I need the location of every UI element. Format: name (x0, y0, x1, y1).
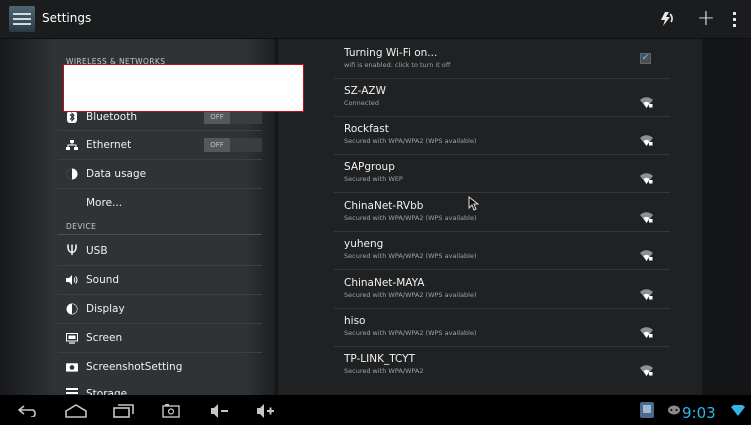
wifi-network-row[interactable]: ChinaNet-RVbb Secured with WPA/WPA2 (WPS … (334, 194, 670, 232)
system-navigation-bar (0, 395, 751, 425)
sidebar-item-label: Storage (86, 388, 128, 395)
wifi-signal-icon (731, 405, 745, 416)
network-summary: Connected (344, 99, 380, 107)
sidebar-item-label: More... (86, 197, 123, 209)
wifi-signal-lock-icon (640, 169, 653, 184)
home-icon[interactable] (65, 404, 87, 418)
wifi-signal-lock-icon (640, 323, 653, 338)
back-icon[interactable] (18, 405, 38, 417)
wifi-signal-lock-icon (640, 93, 653, 108)
sidebar-item-label: Data usage (86, 168, 147, 180)
sidebar-item-label: Display (86, 303, 125, 315)
network-summary: Secured with WPA/WPA2 (344, 367, 424, 375)
sidebar-item-screenshot-setting[interactable]: ScreenshotSetting (58, 354, 262, 380)
wifi-toggle-row[interactable]: Turning Wi-Fi on... wifi is enabled. cli… (334, 41, 670, 79)
page-title: Settings (42, 11, 92, 25)
wifi-signal-lock-icon (640, 246, 653, 261)
wifi-network-row[interactable]: TP-LINK_TCYT Secured with WPA/WPA2 (334, 347, 670, 385)
annotation-box (63, 64, 304, 112)
bluetooth-icon (66, 111, 78, 123)
overflow-menu-icon[interactable] (729, 7, 739, 31)
action-bar: Settings + (0, 0, 751, 38)
toggle-state: OFF (204, 110, 230, 124)
wifi-signal-lock-icon (640, 285, 653, 300)
camera-icon (66, 361, 78, 373)
network-ssid: SAPgroup (344, 161, 395, 173)
ethernet-icon (66, 139, 78, 151)
toggle-state: OFF (204, 138, 230, 152)
sidebar-item-display[interactable]: Display (58, 296, 262, 322)
divider (58, 265, 262, 266)
sound-icon (66, 274, 78, 286)
sidebar-item-usb[interactable]: Ψ USB (58, 238, 262, 264)
usb-icon: Ψ (66, 243, 78, 259)
wifi-network-row[interactable]: SAPgroup Secured with WEP (334, 155, 670, 193)
divider (58, 323, 262, 324)
network-summary: Secured with WPA/WPA2 (WPS available) (344, 329, 477, 337)
network-ssid: TP-LINK_TCYT (344, 353, 416, 365)
divider (58, 352, 262, 353)
network-summary: Secured with WPA/WPA2 (WPS available) (344, 137, 477, 145)
divider (334, 192, 670, 193)
sidebar-item-label: ScreenshotSetting (86, 361, 183, 373)
sidebar-item-label: Sound (86, 274, 120, 286)
divider (58, 130, 262, 131)
gamepad-icon[interactable] (668, 405, 680, 415)
volume-up-icon[interactable] (257, 404, 275, 418)
screenshot-icon[interactable] (162, 404, 180, 418)
wifi-network-row[interactable]: Rockfast Secured with WPA/WPA2 (WPS avail… (334, 117, 670, 155)
network-ssid: ChinaNet-MAYA (344, 277, 425, 289)
wifi-network-row[interactable]: yuheng Secured with WPA/WPA2 (WPS availab… (334, 232, 670, 270)
divider (58, 294, 262, 295)
divider (58, 159, 262, 160)
wifi-status-summary: wifi is enabled. click to turn it off (344, 61, 451, 69)
wps-icon[interactable] (654, 7, 680, 31)
sidebar-item-label: USB (86, 245, 108, 257)
wifi-signal-lock-icon (640, 208, 653, 223)
display-icon (66, 303, 78, 315)
network-ssid: yuheng (344, 238, 384, 250)
status-clock: 9:03 (682, 404, 716, 422)
sidebar-item-data-usage[interactable]: Data usage (58, 161, 262, 187)
recent-apps-icon[interactable] (113, 404, 134, 418)
network-ssid: hiso (344, 315, 366, 327)
wifi-network-row[interactable]: SZ-AZW Connected (334, 79, 670, 117)
network-ssid: Rockfast (344, 123, 389, 135)
sidebar-item-label: Screen (86, 332, 123, 344)
wifi-signal-lock-icon (640, 131, 653, 146)
wifi-enabled-checkbox[interactable]: ✔ (640, 53, 651, 64)
sidebar-item-storage[interactable]: Storage (58, 383, 262, 395)
add-network-icon[interactable]: + (693, 7, 719, 31)
wifi-network-row[interactable]: ChinaNet-MAYA Secured with WPA/WPA2 (WPS … (334, 271, 670, 309)
bluetooth-toggle[interactable]: OFF (204, 110, 262, 124)
sidebar-item-sound[interactable]: Sound (58, 267, 262, 293)
wifi-status-title: Turning Wi-Fi on... (344, 47, 438, 59)
mouse-cursor-icon (468, 196, 479, 211)
data-usage-icon (66, 168, 78, 180)
network-summary: Secured with WEP (344, 175, 403, 183)
volume-down-icon[interactable] (211, 404, 229, 418)
settings-icon[interactable] (9, 6, 35, 32)
category-device: DEVICE (66, 222, 97, 231)
network-ssid: SZ-AZW (344, 85, 386, 97)
network-summary: Secured with WPA/WPA2 (WPS available) (344, 291, 477, 299)
divider (58, 188, 262, 189)
category-divider (58, 234, 262, 235)
divider (334, 269, 670, 270)
wifi-network-row[interactable]: hiso Secured with WPA/WPA2 (WPS available… (334, 309, 670, 347)
sidebar-item-more[interactable]: More... (58, 190, 262, 216)
screen-icon (66, 332, 78, 344)
network-ssid: ChinaNet-RVbb (344, 200, 424, 212)
notification-app-icon[interactable] (640, 402, 654, 418)
wifi-signal-lock-icon (640, 361, 653, 376)
storage-icon (66, 387, 78, 395)
sidebar-item-screen[interactable]: Screen (58, 325, 262, 351)
network-summary: Secured with WPA/WPA2 (WPS available) (344, 252, 477, 260)
ethernet-toggle[interactable]: OFF (204, 138, 262, 152)
network-summary: Secured with WPA/WPA2 (WPS available) (344, 214, 477, 222)
